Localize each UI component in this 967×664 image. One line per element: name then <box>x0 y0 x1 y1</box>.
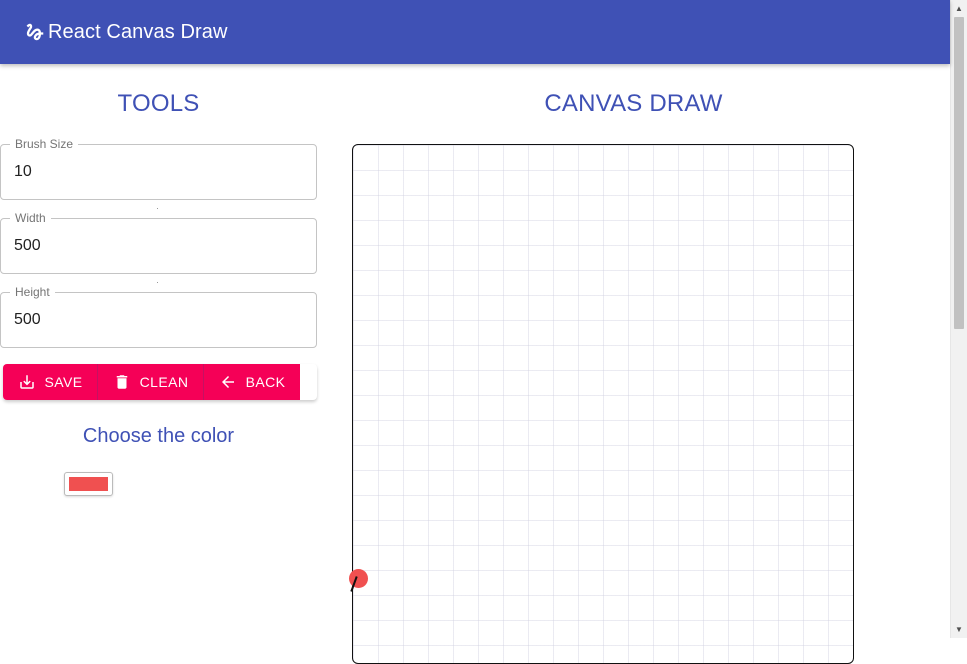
color-picker-swatch[interactable] <box>64 472 113 496</box>
save-button[interactable]: SAVE <box>3 364 97 400</box>
arrow-left-icon <box>219 373 237 391</box>
brush-size-label: Brush Size <box>10 137 79 151</box>
canvas-title: CANVAS DRAW <box>544 90 723 117</box>
width-field[interactable]: Width <box>0 211 317 274</box>
scroll-up-icon[interactable]: ▲ <box>951 0 967 17</box>
app-bar: React Canvas Draw <box>0 0 950 64</box>
vertical-scrollbar[interactable]: ▲ ▼ <box>950 0 967 638</box>
height-label: Height <box>10 285 55 299</box>
download-icon <box>18 373 36 391</box>
brush-size-field[interactable]: Brush Size <box>0 137 317 200</box>
clean-button[interactable]: CLEAN <box>97 364 203 400</box>
divider-dot <box>157 282 158 283</box>
back-button-label: BACK <box>245 374 286 390</box>
width-input[interactable] <box>14 237 304 255</box>
width-label: Width <box>10 211 51 225</box>
trash-icon <box>113 373 131 391</box>
back-button[interactable]: BACK <box>203 364 300 400</box>
scrollbar-thumb[interactable] <box>954 17 964 329</box>
gesture-icon <box>24 21 46 43</box>
app-title: React Canvas Draw <box>48 20 228 43</box>
tools-title: TOOLS <box>117 90 200 117</box>
drawing-canvas[interactable] <box>352 144 854 664</box>
height-field[interactable]: Height <box>0 285 317 348</box>
action-button-group: SAVE CLEAN BACK <box>3 364 317 400</box>
selected-color <box>69 477 108 491</box>
brush-size-input[interactable] <box>14 163 304 181</box>
height-input[interactable] <box>14 311 304 329</box>
clean-button-label: CLEAN <box>139 374 189 390</box>
scroll-down-icon[interactable]: ▼ <box>951 621 967 638</box>
divider-dot <box>157 208 158 209</box>
save-button-label: SAVE <box>44 374 83 390</box>
choose-color-title: Choose the color <box>82 425 235 447</box>
